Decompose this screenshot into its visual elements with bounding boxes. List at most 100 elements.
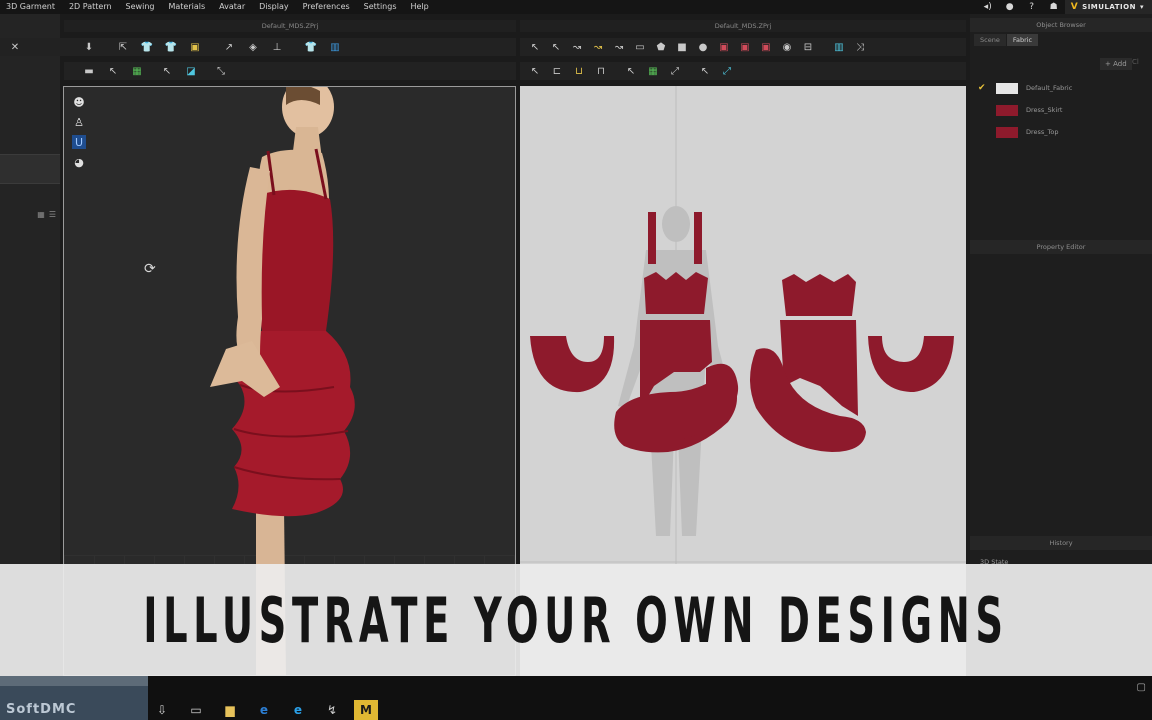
speaker-icon[interactable]: ◂) bbox=[977, 0, 999, 14]
mesh-icon[interactable]: ⤢ bbox=[718, 64, 736, 78]
menu-2d-pattern[interactable]: 2D Pattern bbox=[62, 0, 119, 14]
search-icon[interactable]: ⇩ bbox=[150, 700, 174, 720]
pointer-select-icon[interactable]: ↖ bbox=[158, 64, 176, 78]
thumbnail-bar bbox=[0, 676, 148, 686]
chevron-down-icon: ▾ bbox=[1139, 3, 1144, 11]
cart-icon[interactable]: ☗ bbox=[1043, 0, 1065, 14]
menu-3d-garment[interactable]: 3D Garment bbox=[0, 0, 62, 14]
fabric-swatch bbox=[996, 126, 1018, 138]
help-icon[interactable]: ? bbox=[1021, 0, 1043, 14]
file-explorer-icon[interactable]: ▆ bbox=[218, 700, 242, 720]
fit-icon[interactable]: ⤡ bbox=[212, 64, 230, 78]
internal-rect-icon[interactable]: ▣ bbox=[715, 40, 733, 54]
pattern-dress-top-front bbox=[644, 272, 708, 314]
clone-fabric-button[interactable]: Cl bbox=[1132, 58, 1139, 66]
transform-pattern-icon[interactable]: ↖ bbox=[526, 40, 544, 54]
m-n-sewing-icon[interactable]: ⊔ bbox=[570, 64, 588, 78]
toolbar-2d-row1: ↖ ↖ ↝ ↝ ↝ ▭ ⬟ ■ ● ▣ ▣ ▣ ◉ ⊟ ▥ ⤨ bbox=[520, 38, 966, 56]
caption-banner: ILLUSTRATE YOUR OWN DESIGNS bbox=[0, 564, 1152, 676]
fabric-item[interactable]: ✔ Default_Fabric bbox=[978, 80, 1148, 96]
trace-icon[interactable]: ▥ bbox=[830, 40, 848, 54]
curvature-icon[interactable]: ↝ bbox=[589, 40, 607, 54]
ie-icon[interactable]: e bbox=[286, 700, 310, 720]
edge-icon[interactable]: e bbox=[252, 700, 276, 720]
pattern-strap bbox=[694, 212, 702, 264]
fabric-name: Dress_Skirt bbox=[1026, 106, 1063, 114]
logo-icon: V bbox=[1070, 2, 1079, 12]
fabric-swatch bbox=[996, 82, 1018, 94]
check-sewing-icon[interactable]: ⊓ bbox=[592, 64, 610, 78]
pattern-ruffle-right bbox=[868, 336, 954, 392]
menu-avatar[interactable]: Avatar bbox=[212, 0, 252, 14]
menu-preferences[interactable]: Preferences bbox=[296, 0, 357, 14]
blue-pants-icon[interactable]: ▥ bbox=[326, 40, 344, 54]
edit-curve-icon[interactable]: ↝ bbox=[568, 40, 586, 54]
free-sewing-icon[interactable]: ⊏ bbox=[548, 64, 566, 78]
toolbar-3d-row2: ▬ ↖ ▦ ↖ ◪ ⤡ bbox=[64, 62, 516, 80]
pattern-select-icon[interactable]: ↖ bbox=[622, 64, 640, 78]
dart-icon[interactable]: ◉ bbox=[778, 40, 796, 54]
grid-green-icon[interactable]: ▦ bbox=[128, 64, 146, 78]
watermark-text: SoftDMC bbox=[6, 702, 77, 717]
segment-sewing-icon[interactable]: ↖ bbox=[526, 64, 544, 78]
edit-point-icon[interactable]: ↖ bbox=[547, 40, 565, 54]
sidebar-selected-item[interactable] bbox=[0, 154, 60, 184]
select-move-icon[interactable]: ⬇ bbox=[80, 40, 98, 54]
user-icon[interactable]: ● bbox=[999, 0, 1021, 14]
menu-sewing[interactable]: Sewing bbox=[119, 0, 162, 14]
select-mesh-icon[interactable]: ↖ bbox=[696, 64, 714, 78]
task-view-icon[interactable]: ▭ bbox=[184, 700, 208, 720]
square-icon[interactable]: ■ bbox=[673, 40, 691, 54]
rectangle-icon[interactable]: ▭ bbox=[631, 40, 649, 54]
grid-pattern-icon[interactable]: ▦ bbox=[644, 64, 662, 78]
pattern-strap bbox=[648, 212, 656, 264]
show-desktop-icon[interactable]: ▢ bbox=[1137, 682, 1146, 693]
pattern-ruffle-left bbox=[530, 336, 615, 393]
fabric-name: Dress_Top bbox=[1026, 128, 1059, 136]
dress-bodice bbox=[255, 189, 334, 331]
blue-shirt-icon[interactable]: 👕 bbox=[302, 40, 320, 54]
app-icon[interactable]: ↯ bbox=[320, 700, 344, 720]
menu-materials[interactable]: Materials bbox=[161, 0, 212, 14]
arrange-icon[interactable]: ⇱ bbox=[114, 40, 132, 54]
texture-icon[interactable]: ▬ bbox=[80, 64, 98, 78]
polygon-icon[interactable]: ⬟ bbox=[652, 40, 670, 54]
tack-icon[interactable]: ⊥ bbox=[268, 40, 286, 54]
menu-display[interactable]: Display bbox=[252, 0, 296, 14]
simulation-mode-button[interactable]: V SIMULATION ▾ bbox=[1064, 0, 1152, 14]
fabric-item[interactable]: Dress_Skirt bbox=[978, 102, 1148, 118]
object-browser-tabs: Scene Fabric bbox=[974, 34, 1039, 46]
fabric-swatch bbox=[996, 104, 1018, 116]
pin-icon[interactable]: ✕ bbox=[6, 40, 24, 54]
brush-icon[interactable]: ◪ bbox=[182, 64, 200, 78]
toolbar-3d-row1: ✕ ⬇ ⇱ 👕 👕 ▣ ↗ ◈ ⊥ 👕 ▥ bbox=[0, 38, 516, 56]
fold-icon[interactable]: ◈ bbox=[244, 40, 262, 54]
taskbar-icons: ⇩ ▭ ▆ e e ↯ M bbox=[150, 700, 378, 720]
menu-help[interactable]: Help bbox=[403, 0, 435, 14]
pattern-dress-top-back bbox=[782, 274, 856, 316]
history-title: History bbox=[970, 536, 1152, 550]
scale-icon[interactable]: ⤢ bbox=[666, 64, 684, 78]
add-point-icon[interactable]: ↝ bbox=[610, 40, 628, 54]
seam-allowance-icon[interactable]: ⊟ bbox=[799, 40, 817, 54]
green-shirt-icon[interactable]: 👕 bbox=[138, 40, 156, 54]
add-fabric-button[interactable]: + Add bbox=[1100, 58, 1132, 70]
needle-icon[interactable]: ↗ bbox=[220, 40, 238, 54]
fabric-item[interactable]: Dress_Top bbox=[978, 124, 1148, 140]
caption-text: ILLUSTRATE YOUR OWN DESIGNS bbox=[143, 583, 1009, 657]
notch-icon[interactable]: ⤨ bbox=[851, 40, 869, 54]
marvelous-icon[interactable]: M bbox=[354, 700, 378, 720]
list-icon[interactable]: ☰ bbox=[49, 210, 56, 219]
menu-settings[interactable]: Settings bbox=[357, 0, 404, 14]
internal-polygon-icon[interactable]: ▣ bbox=[736, 40, 754, 54]
sidebar-icons: ▦ ☰ bbox=[37, 210, 56, 219]
internal-circle-icon[interactable]: ▣ bbox=[757, 40, 775, 54]
tab-scene[interactable]: Scene bbox=[974, 34, 1006, 46]
tab-fabric[interactable]: Fabric bbox=[1006, 34, 1039, 46]
pointer-icon[interactable]: ↖ bbox=[104, 64, 122, 78]
circle-icon[interactable]: ● bbox=[694, 40, 712, 54]
thumbnail-preview: SoftDMC bbox=[0, 676, 148, 720]
grid-icon[interactable]: ▦ bbox=[37, 210, 45, 219]
pink-shirt-icon[interactable]: 👕 bbox=[162, 40, 180, 54]
yellow-tool-icon[interactable]: ▣ bbox=[186, 40, 204, 54]
